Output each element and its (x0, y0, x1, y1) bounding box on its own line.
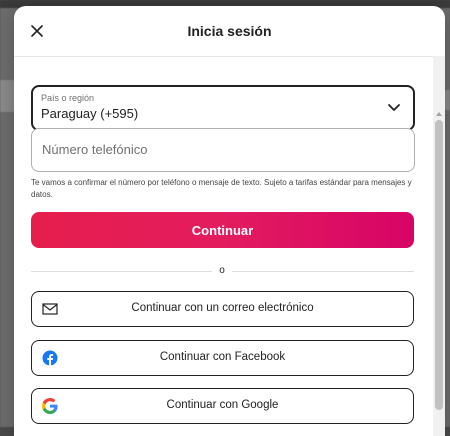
scrollbar-track[interactable] (433, 56, 445, 436)
continue-with-facebook-button[interactable]: Continuar con Facebook (31, 340, 414, 376)
scrollbar-thumb[interactable] (435, 120, 443, 410)
country-label: País o región (41, 93, 95, 103)
scroll-up-icon (436, 112, 442, 116)
google-button-label: Continuar con Google (166, 399, 279, 411)
phone-number-input[interactable] (40, 141, 404, 158)
scroll-up-arrow[interactable] (435, 110, 443, 118)
facebook-button-label: Continuar con Facebook (159, 351, 286, 363)
modal-title: Inicia sesión (187, 23, 272, 39)
continue-with-google-button[interactable]: Continuar con Google (31, 388, 414, 424)
continue-button[interactable]: Continuar (31, 212, 414, 248)
close-icon (31, 25, 43, 37)
login-modal: Inicia sesión País o región Paraguay (+5… (14, 6, 445, 436)
country-value: Paraguay (+595) (41, 106, 139, 121)
modal-header: Inicia sesión (14, 6, 445, 57)
disclaimer-text: Te vamos a confirmar el número por teléf… (31, 178, 412, 199)
email-button-label: Continuar con un correo electrónico (131, 302, 314, 314)
close-button[interactable] (26, 20, 48, 42)
divider-text: o (212, 265, 232, 276)
continue-with-email-button[interactable]: Continuar con un correo electrónico (31, 291, 414, 327)
country-select[interactable]: País o región Paraguay (+595) (31, 85, 415, 131)
chevron-down-icon (388, 104, 400, 111)
phone-number-field[interactable] (31, 128, 415, 172)
